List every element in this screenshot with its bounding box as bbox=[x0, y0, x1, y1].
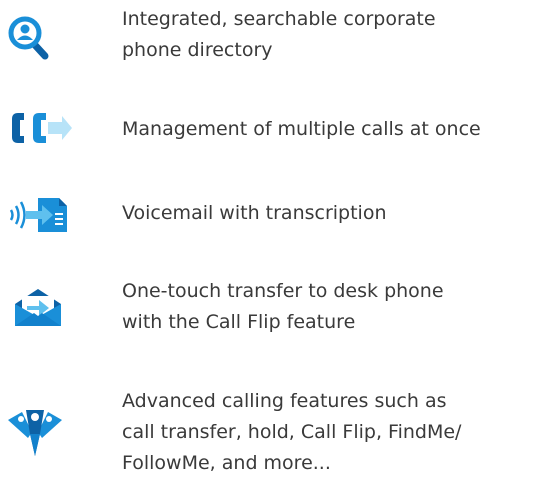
multiple-calls-icon bbox=[10, 111, 72, 145]
advanced-calling-icon bbox=[6, 408, 64, 460]
feature-text: One-touch transfer to desk phone with th… bbox=[122, 280, 444, 333]
feature-item-multiple-calls: Management of multiple calls at once bbox=[0, 105, 543, 155]
feature-item-voicemail: Voicemail with transcription bbox=[0, 190, 543, 240]
feature-text: Integrated, searchable corporate phone d… bbox=[122, 8, 436, 61]
feature-item-directory: Integrated, searchable corporate phone d… bbox=[0, 0, 543, 80]
feature-text: Voicemail with transcription bbox=[122, 202, 387, 224]
call-flip-envelope-icon bbox=[12, 286, 64, 330]
feature-item-advanced-calling: Advanced calling features such as call t… bbox=[0, 382, 543, 484]
search-person-icon bbox=[8, 16, 50, 60]
feature-text: Advanced calling features such as call t… bbox=[122, 390, 462, 474]
feature-item-call-flip: One-touch transfer to desk phone with th… bbox=[0, 270, 543, 350]
voicemail-transcription-icon bbox=[8, 196, 70, 234]
feature-text: Management of multiple calls at once bbox=[122, 118, 481, 140]
